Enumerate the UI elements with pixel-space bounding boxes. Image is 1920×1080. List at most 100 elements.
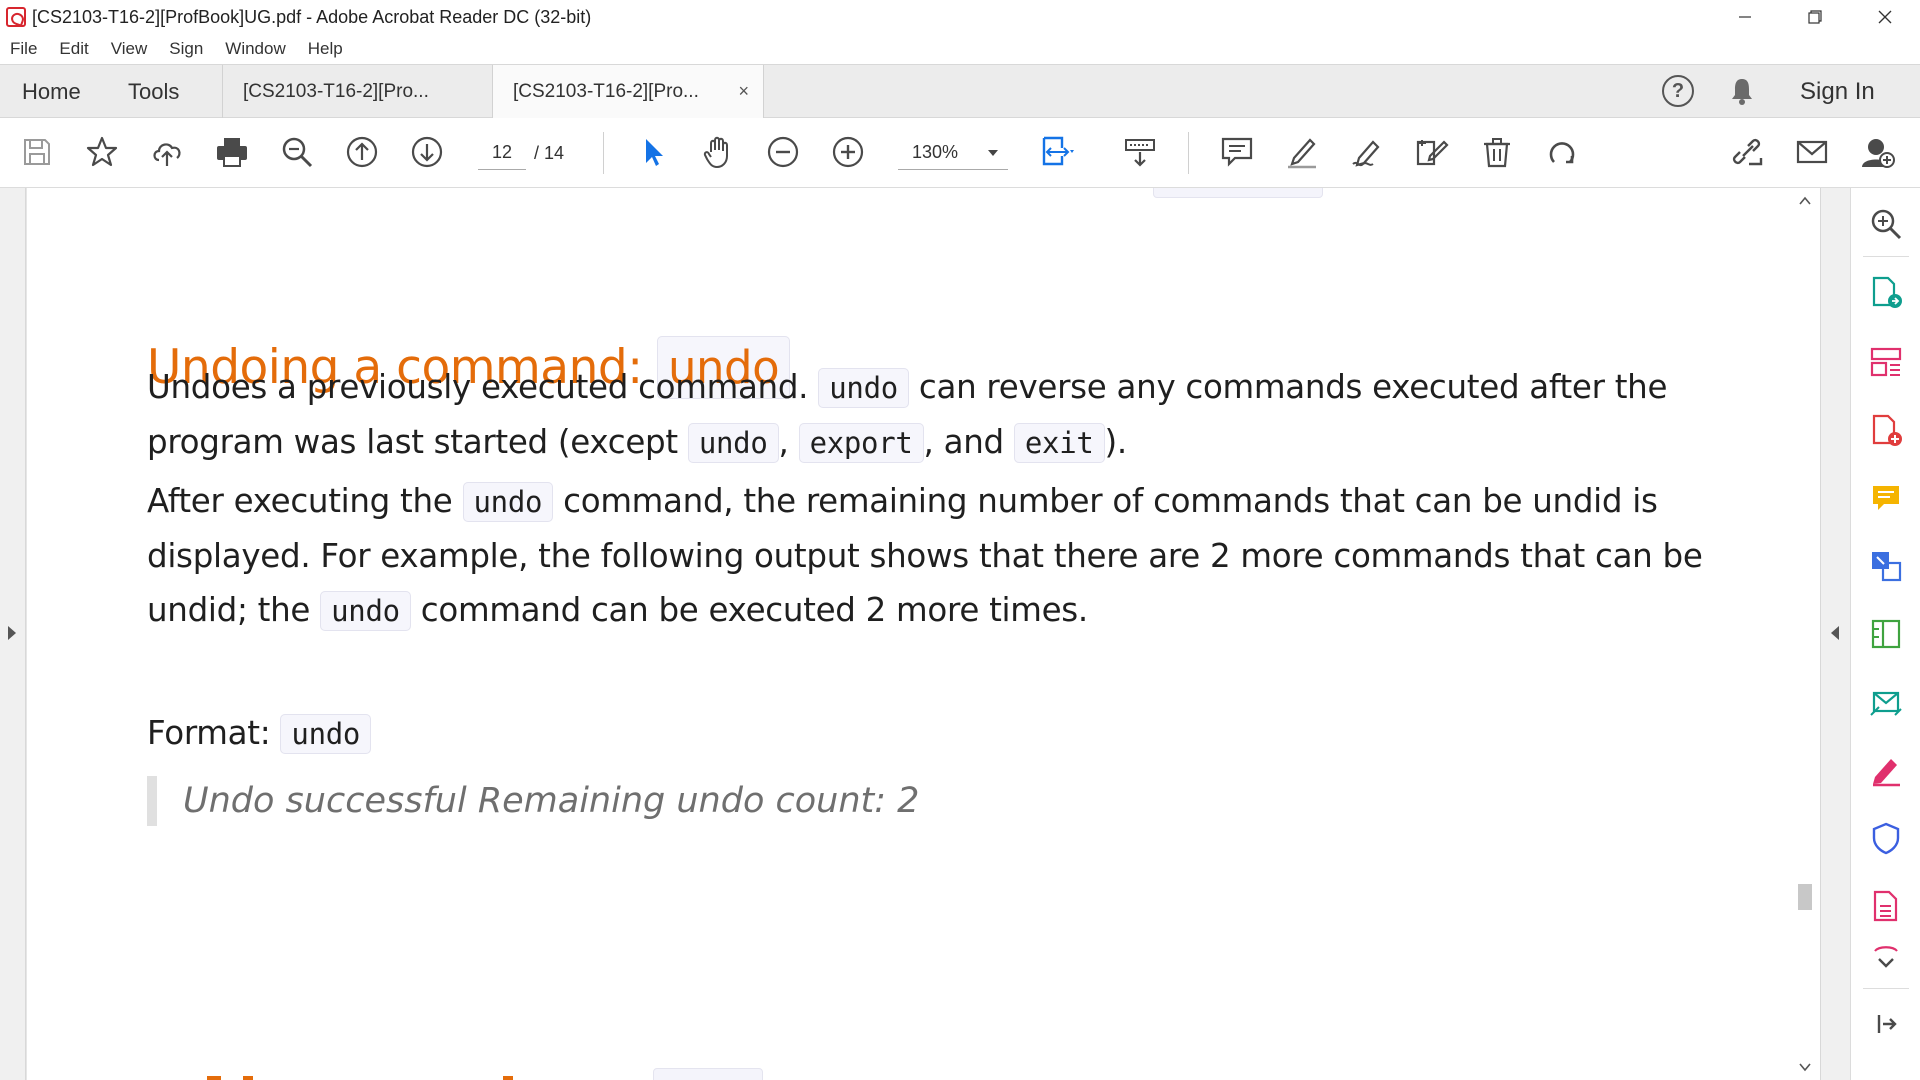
bookmark-button[interactable]: [82, 132, 122, 172]
highlight-icon: [1288, 138, 1316, 169]
page-number-input[interactable]: 12: [478, 136, 526, 170]
inline-code: exit: [1013, 423, 1105, 463]
comment-button[interactable]: [1217, 132, 1257, 172]
sign-in-button[interactable]: Sign In: [1800, 65, 1875, 118]
select-tool-button[interactable]: [633, 132, 673, 172]
close-window-button[interactable]: [1850, 0, 1920, 34]
tool-comment[interactable]: [1866, 478, 1906, 518]
fill-sign-icon: [1416, 140, 1449, 166]
next-heading-fragment: [207, 1076, 513, 1080]
tool-compress[interactable]: [1866, 614, 1906, 654]
select-cursor-icon: [646, 139, 663, 166]
right-pane-toggle[interactable]: [1820, 188, 1850, 1080]
save-icon: [24, 139, 50, 165]
tool-organize-pages[interactable]: [1866, 342, 1906, 382]
text-run: , and: [923, 423, 1014, 461]
zoom-level-dropdown[interactable]: 130%: [898, 136, 1008, 170]
tool-send-review[interactable]: [1866, 682, 1906, 722]
zoom-level-value: 130%: [912, 142, 959, 162]
inline-code: undo: [462, 482, 554, 522]
format-code: undo: [280, 714, 372, 754]
text-run: command can be executed 2 more times.: [410, 591, 1088, 629]
scroll-up-icon[interactable]: [1799, 196, 1811, 206]
rotate-button[interactable]: [1542, 132, 1582, 172]
left-pane-toggle[interactable]: [0, 188, 26, 1080]
tab-close-button[interactable]: ×: [738, 81, 749, 102]
comment-icon: [1873, 486, 1899, 510]
save-button[interactable]: [17, 132, 57, 172]
upload-button[interactable]: [147, 132, 187, 172]
menu-edit[interactable]: Edit: [59, 39, 88, 59]
protect-icon: [1872, 822, 1900, 855]
collapse-pane-button[interactable]: [1866, 1004, 1906, 1044]
share-link-button[interactable]: [1727, 132, 1767, 172]
zoom-in-button[interactable]: [828, 132, 868, 172]
prev-page-icon: [346, 136, 378, 168]
menu-window[interactable]: Window: [225, 39, 285, 59]
menu-view[interactable]: View: [111, 39, 148, 59]
restore-icon: [1808, 10, 1822, 24]
delete-button[interactable]: [1477, 132, 1517, 172]
next-page-button[interactable]: [407, 132, 447, 172]
text-run: ,: [778, 423, 799, 461]
format-line: Format: undo: [147, 706, 1707, 761]
scrollbar-thumb[interactable]: [1798, 884, 1812, 910]
add-user-button[interactable]: [1857, 132, 1897, 172]
create-pdf-icon: [1872, 414, 1902, 446]
document-tab-1-label: [CS2103-T16-2][Pro...: [243, 80, 429, 102]
tab-tools[interactable]: Tools: [128, 65, 179, 118]
tool-save-pdf[interactable]: [1866, 886, 1906, 926]
more-tools-icon: [1874, 946, 1898, 968]
toolbar-divider: [1188, 132, 1189, 174]
rotate-icon: [1549, 142, 1575, 164]
find-button[interactable]: [277, 132, 317, 172]
code-snippet-fragment: [653, 1068, 763, 1080]
collapse-pane-icon: [1877, 1015, 1897, 1033]
output-blockquote: Undo successful Remaining undo count: 2: [147, 776, 919, 826]
inline-code: undo: [320, 591, 411, 631]
document-tab-2[interactable]: [CS2103-T16-2][Pro... ×: [492, 65, 764, 119]
bookmark-star-icon: [86, 136, 118, 167]
scroll-mode-button[interactable]: [1120, 132, 1160, 172]
zoom-out-button[interactable]: [763, 132, 803, 172]
window-title: [CS2103-T16-2][ProfBook]UG.pdf - Adobe A…: [32, 6, 592, 27]
menu-help[interactable]: Help: [308, 39, 343, 59]
edit-pdf-icon: [1872, 552, 1902, 582]
delete-icon: [1484, 138, 1510, 168]
help-button[interactable]: ?: [1662, 75, 1694, 107]
cloud-upload-icon: [153, 143, 181, 166]
paragraph-explanation: After executing the undo command, the re…: [147, 474, 1707, 638]
tool-edit-pdf[interactable]: [1866, 546, 1906, 586]
highlight-button[interactable]: [1282, 132, 1322, 172]
vertical-scrollbar[interactable]: [1791, 188, 1820, 1080]
print-button[interactable]: [212, 132, 252, 172]
minimize-icon: [1739, 16, 1751, 18]
tool-fill-sign[interactable]: [1866, 750, 1906, 790]
previous-page-button[interactable]: [342, 132, 382, 172]
inline-code: undo: [687, 423, 779, 463]
tab-home[interactable]: Home: [22, 65, 81, 118]
compress-icon: [1871, 619, 1901, 649]
minimize-button[interactable]: [1710, 0, 1780, 34]
draw-button[interactable]: [1347, 132, 1387, 172]
bell-icon: [1732, 79, 1752, 105]
acrobat-icon: [6, 7, 26, 27]
fit-page-button[interactable]: [1037, 132, 1077, 172]
scroll-down-icon[interactable]: [1799, 1062, 1811, 1072]
tool-protect[interactable]: [1866, 818, 1906, 858]
restore-button[interactable]: [1780, 0, 1850, 34]
email-button[interactable]: [1792, 132, 1832, 172]
menu-sign[interactable]: Sign: [169, 39, 203, 59]
tool-export-pdf[interactable]: [1866, 272, 1906, 312]
tab-bar: Home Tools [CS2103-T16-2][Pro... [CS2103…: [0, 64, 1920, 119]
document-tab-1[interactable]: [CS2103-T16-2][Pro...: [222, 65, 492, 118]
tool-create-pdf[interactable]: [1866, 410, 1906, 450]
more-tools-button[interactable]: [1866, 940, 1906, 980]
tool-search[interactable]: [1866, 204, 1906, 244]
inline-code: undo: [818, 368, 909, 408]
hand-tool-button[interactable]: [698, 132, 738, 172]
fill-sign-button[interactable]: [1412, 132, 1452, 172]
pane-divider: [1863, 256, 1909, 257]
notifications-button[interactable]: [1726, 75, 1758, 107]
menu-file[interactable]: File: [10, 39, 37, 59]
